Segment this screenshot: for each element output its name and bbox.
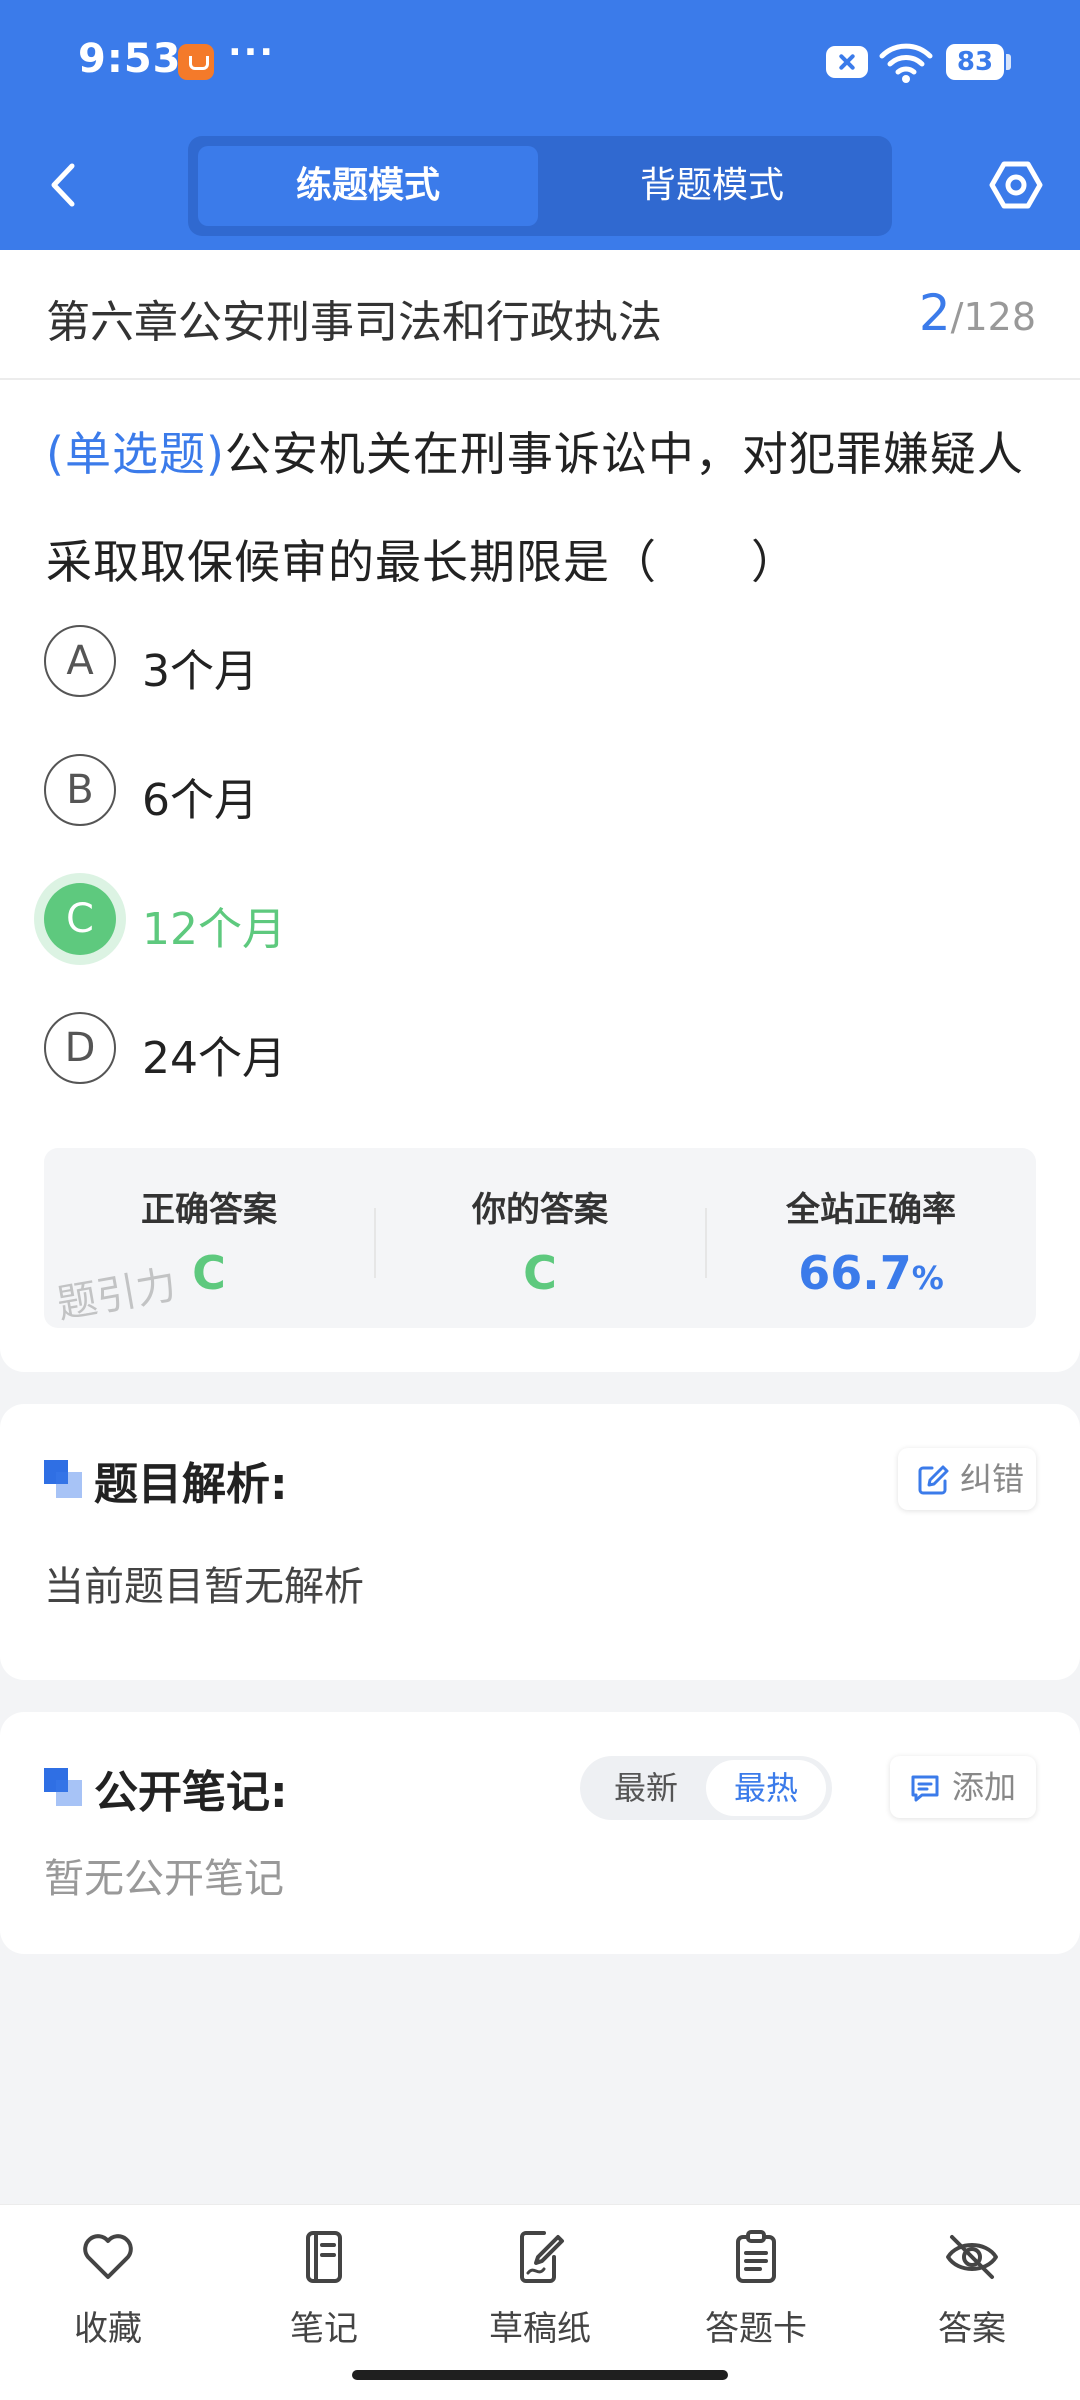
- your-answer-label: 你的答案: [472, 1190, 608, 1230]
- tab-memorize-mode[interactable]: 背题模式: [542, 146, 882, 226]
- notes-empty-text: 暂无公开笔记: [44, 1856, 284, 1902]
- question-counter: 2/128: [919, 284, 1036, 342]
- home-indicator[interactable]: [352, 2370, 728, 2380]
- question-card: 第六章公安刑事司法和行政执法 2/128 (单选题)公安机关在刑事诉讼中，对犯罪…: [0, 250, 1080, 1372]
- option-b[interactable]: B 6个月: [44, 754, 944, 830]
- option-text: 24个月: [142, 1033, 286, 1084]
- more-notifications-icon: ···: [228, 32, 276, 73]
- comment-icon: [911, 1775, 939, 1802]
- notes-title: 公开笔记:: [94, 1767, 288, 1818]
- option-text: 12个月: [142, 904, 286, 955]
- show-answer-button[interactable]: 答案: [892, 2227, 1052, 2357]
- eye-off-icon: [946, 2235, 998, 2279]
- option-letter: D: [44, 1012, 116, 1084]
- option-c[interactable]: C 12个月: [44, 883, 944, 959]
- your-answer-value: C: [523, 1246, 557, 1300]
- tab-practice-mode[interactable]: 练题模式: [198, 146, 538, 226]
- favorite-label: 收藏: [74, 2309, 142, 2349]
- question-stem: (单选题)公安机关在刑事诉讼中，对犯罪嫌疑人采取取保候审的最长期限是（ ）: [46, 400, 1042, 616]
- heart-icon: [83, 2234, 133, 2279]
- accuracy-rate-column: 全站正确率 66.7%: [706, 1148, 1036, 1328]
- settings-hexagon-icon: [989, 161, 1043, 209]
- add-note-label: 添加: [952, 1768, 1017, 1806]
- mode-switch: 练题模式 背题模式: [188, 136, 892, 236]
- shopping-app-notification-icon: [178, 44, 214, 80]
- report-error-label: 纠错: [960, 1460, 1025, 1498]
- add-note-button[interactable]: 添加: [890, 1756, 1036, 1818]
- analysis-title: 题目解析:: [94, 1459, 288, 1510]
- current-question-number: 2: [918, 284, 951, 342]
- edit-icon: [918, 1465, 949, 1495]
- chapter-title: 第六章公安刑事司法和行政执法: [46, 297, 662, 348]
- nfc-off-icon: [826, 46, 868, 78]
- option-letter: A: [44, 625, 116, 697]
- notes-button[interactable]: 笔记: [244, 2227, 404, 2357]
- settings-button[interactable]: [986, 150, 1046, 220]
- header-bar: 9:53 ··· 83 练题模式 背题模式: [0, 0, 1080, 250]
- status-bar: 9:53 ··· 83: [0, 0, 1080, 125]
- section-squares-icon: [44, 1460, 82, 1498]
- question-type: (单选题): [46, 427, 225, 481]
- back-arrow-icon: [51, 163, 75, 207]
- draft-paper-label: 草稿纸: [489, 2309, 591, 2349]
- report-error-button[interactable]: 纠错: [898, 1448, 1036, 1510]
- wifi-icon: [879, 43, 933, 83]
- answer-card-icon: [736, 2230, 776, 2283]
- public-notes-card: 公开笔记: 最新 最热 添加 暂无公开笔记: [0, 1712, 1080, 1954]
- option-text: 6个月: [142, 775, 258, 826]
- accuracy-rate-number: 66.7: [798, 1246, 912, 1300]
- draft-paper-button[interactable]: 草稿纸: [460, 2227, 620, 2357]
- battery-indicator: 83: [946, 44, 1004, 80]
- sort-latest-tab[interactable]: 最新: [586, 1756, 706, 1820]
- option-d[interactable]: D 24个月: [44, 1012, 944, 1088]
- battery-tip: [1006, 54, 1011, 70]
- correct-answer-label: 正确答案: [141, 1190, 277, 1230]
- answer-card-label: 答题卡: [705, 2309, 807, 2349]
- accuracy-rate-unit: %: [911, 1259, 944, 1297]
- analysis-card: 题目解析: 纠错 当前题目暂无解析: [0, 1404, 1080, 1680]
- option-letter: C: [44, 883, 116, 955]
- analysis-text: 当前题目暂无解析: [44, 1564, 364, 1610]
- accuracy-rate-value: 66.7%: [706, 1246, 1036, 1300]
- accuracy-rate-label: 全站正确率: [786, 1190, 956, 1230]
- back-button[interactable]: [34, 150, 94, 220]
- option-a[interactable]: A 3个月: [44, 625, 944, 701]
- status-time: 9:53: [78, 36, 182, 82]
- draft-paper-icon: [520, 2231, 564, 2283]
- favorite-button[interactable]: 收藏: [28, 2227, 188, 2357]
- total-questions: /128: [950, 295, 1036, 339]
- notebook-icon: [306, 2231, 342, 2283]
- show-answer-label: 答案: [938, 2309, 1006, 2349]
- chapter-header: 第六章公安刑事司法和行政执法 2/128: [0, 250, 1080, 380]
- option-letter: B: [44, 754, 116, 826]
- answer-card-button[interactable]: 答题卡: [676, 2227, 836, 2357]
- your-answer-column: 你的答案 C: [375, 1148, 705, 1328]
- option-text: 3个月: [142, 646, 258, 697]
- sort-hot-tab[interactable]: 最热: [706, 1760, 826, 1816]
- answer-summary: 正确答案 C 你的答案 C 全站正确率 66.7% 题引力: [44, 1148, 1036, 1328]
- section-squares-icon: [44, 1768, 82, 1806]
- notes-label: 笔记: [290, 2309, 358, 2349]
- notes-sort-toggle: 最新 最热: [580, 1756, 832, 1820]
